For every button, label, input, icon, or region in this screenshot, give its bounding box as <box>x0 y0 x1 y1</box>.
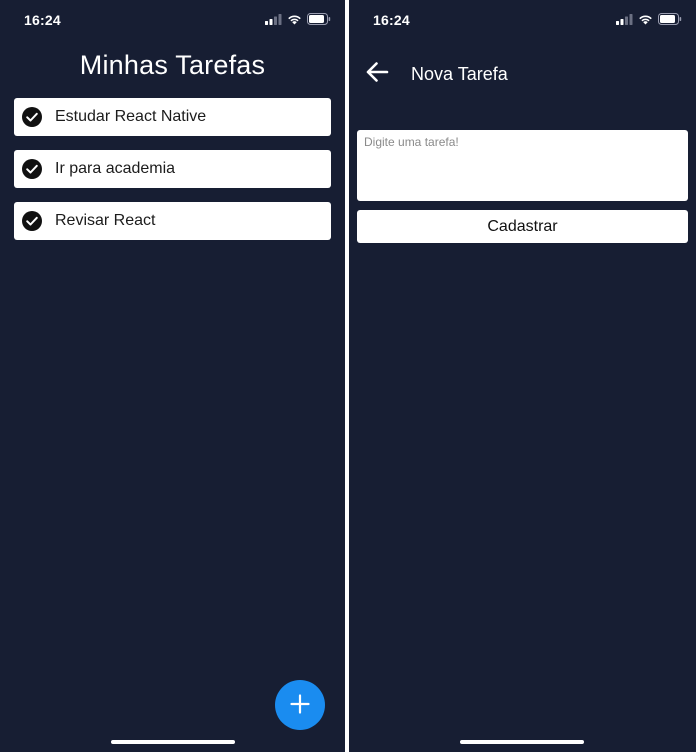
task-input[interactable] <box>357 130 688 201</box>
wifi-icon <box>638 14 653 25</box>
back-button[interactable] <box>363 61 391 87</box>
nav-header: Nova Tarefa <box>349 56 696 92</box>
task-item[interactable]: Ir para academia <box>14 150 331 188</box>
task-label: Estudar React Native <box>55 108 207 125</box>
submit-task-button[interactable]: Cadastrar <box>357 210 688 243</box>
task-list: Estudar React Native Ir para academia Re… <box>14 98 331 254</box>
wifi-icon <box>287 14 302 25</box>
check-circle-icon[interactable] <box>22 159 42 179</box>
app-root: 16:24 Minhas Tarefas Estudar React Nativ… <box>0 0 696 752</box>
battery-icon <box>658 13 682 25</box>
page-title: Nova Tarefa <box>411 64 508 84</box>
check-circle-icon[interactable] <box>22 107 42 127</box>
plus-icon <box>290 693 310 717</box>
check-circle-icon[interactable] <box>22 211 42 231</box>
status-time: 16:24 <box>24 12 61 28</box>
task-item[interactable]: Revisar React <box>14 202 331 240</box>
task-label: Ir para academia <box>55 160 176 177</box>
status-bar: 16:24 <box>349 0 696 40</box>
cellular-signal-icon <box>265 13 282 25</box>
home-indicator[interactable] <box>111 740 235 744</box>
task-label: Revisar React <box>55 212 156 229</box>
new-task-screen: 16:24 Nova Tarefa Digite uma tarefa! Cad… <box>349 0 696 752</box>
add-task-button[interactable] <box>275 680 325 730</box>
home-indicator[interactable] <box>460 740 584 744</box>
status-icons <box>265 13 331 25</box>
page-title: Minhas Tarefas <box>79 50 266 80</box>
task-item[interactable]: Estudar React Native <box>14 98 331 136</box>
status-time: 16:24 <box>373 12 410 28</box>
task-list-screen: 16:24 Minhas Tarefas Estudar React Nativ… <box>0 0 345 752</box>
status-icons <box>616 13 682 25</box>
status-bar: 16:24 <box>0 0 345 40</box>
arrow-left-icon <box>365 61 389 88</box>
battery-icon <box>307 13 331 25</box>
cellular-signal-icon <box>616 13 633 25</box>
